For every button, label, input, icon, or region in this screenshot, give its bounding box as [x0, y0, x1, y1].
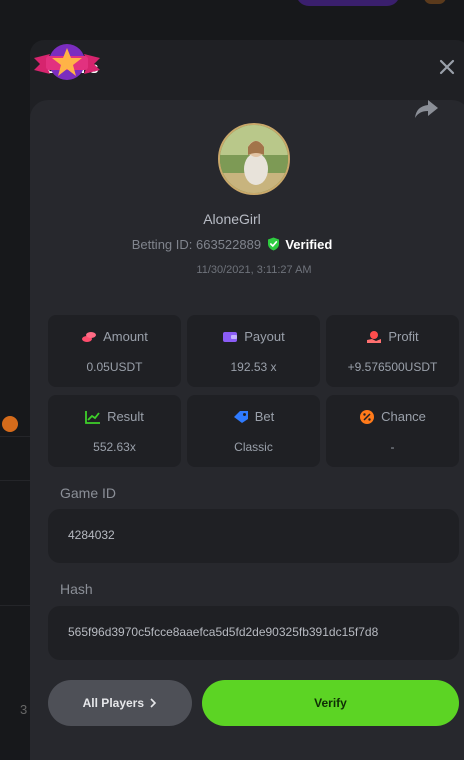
- hash-label: Hash: [60, 581, 93, 597]
- share-icon[interactable]: [414, 98, 440, 120]
- betting-id-value: 663522889: [196, 237, 262, 252]
- player-username: AloneGirl: [203, 211, 261, 227]
- hash-value: 565f96d3970c5fcce8aaefca5d5fd2de90325fb3…: [68, 625, 379, 639]
- background-indicator-dot: [2, 416, 18, 432]
- stat-label: Payout: [244, 329, 285, 344]
- background-divider: [0, 436, 30, 437]
- stat-label: Bet: [254, 409, 275, 424]
- background-number: 3: [20, 702, 28, 717]
- stat-card-amount: Amount 0.05USDT: [48, 315, 181, 387]
- background-button: [296, 0, 400, 6]
- coins-icon: [82, 332, 97, 342]
- verified-shield-icon: [267, 237, 279, 251]
- bet-timestamp: 11/30/2021, 3:11:27 AM: [196, 264, 312, 276]
- stat-label: Result: [107, 409, 144, 424]
- stat-value: -: [390, 440, 395, 454]
- chevron-right-icon: [150, 698, 157, 708]
- stat-card-chance: Chance -: [326, 395, 459, 467]
- hash-field[interactable]: 565f96d3970c5fcce8aaefca5d5fd2de90325fb3…: [48, 606, 459, 660]
- stat-value: +9.576500USDT: [347, 360, 438, 374]
- close-icon[interactable]: [438, 58, 456, 76]
- rank-badge-icon: [34, 44, 100, 80]
- betting-id-label: Betting ID:: [131, 237, 193, 252]
- betting-id-row: Betting ID: 663522889 Verified: [0, 237, 464, 252]
- stat-label: Chance: [381, 409, 426, 424]
- stat-card-profit: Profit +9.576500USDT: [326, 315, 459, 387]
- stat-value: 552.63x: [93, 440, 136, 454]
- chart-icon: [85, 411, 101, 424]
- stat-card-payout: Payout 192.53 x: [187, 315, 320, 387]
- verify-button[interactable]: Verify: [202, 680, 459, 726]
- money-hand-icon: [367, 331, 382, 343]
- background-divider: [0, 605, 30, 606]
- game-id-label: Game ID: [60, 485, 117, 501]
- stat-label: Amount: [103, 329, 148, 344]
- wallet-icon: [223, 332, 238, 342]
- stat-value: 0.05USDT: [86, 360, 143, 374]
- stat-value: Classic: [234, 440, 273, 454]
- background-divider: [0, 480, 30, 481]
- background-avatar: [424, 0, 446, 4]
- game-id-field[interactable]: 4284032: [48, 509, 459, 563]
- percent-icon: [360, 410, 375, 424]
- stat-label: Profit: [388, 329, 419, 344]
- all-players-label: All Players: [82, 696, 145, 710]
- verified-label: Verified: [285, 237, 333, 252]
- stat-card-result: Result 552.63x: [48, 395, 181, 467]
- tag-icon: [233, 411, 248, 423]
- stat-card-bet: Bet Classic: [187, 395, 320, 467]
- avatar: [218, 123, 290, 195]
- game-id-value: 4284032: [68, 528, 115, 542]
- stat-value: 192.53 x: [230, 360, 277, 374]
- all-players-button[interactable]: All Players: [48, 680, 192, 726]
